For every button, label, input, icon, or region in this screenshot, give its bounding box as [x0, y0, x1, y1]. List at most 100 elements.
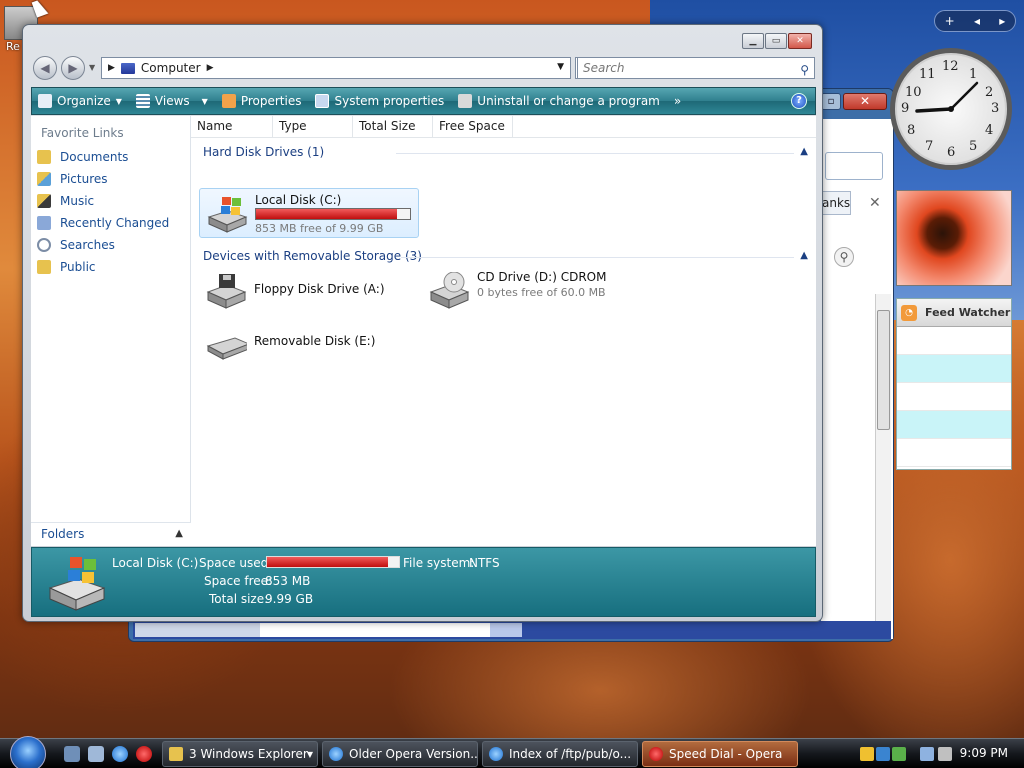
nav-item-label: Music [60, 194, 95, 208]
internet-explorer-icon[interactable] [112, 746, 128, 762]
background-partial-button[interactable]: anks [821, 191, 851, 215]
switch-windows-icon[interactable] [88, 746, 104, 762]
floppy-drive-icon [205, 272, 247, 310]
security-shield-icon[interactable] [860, 747, 874, 761]
feed-item[interactable] [897, 383, 1011, 411]
nav-item-label: Pictures [60, 172, 108, 186]
add-gadget-icon[interactable]: + [945, 14, 955, 28]
forward-button[interactable]: ▶ [61, 56, 85, 80]
breadcrumb-arrow-icon[interactable]: ▶ [207, 63, 214, 73]
drive-tile-d[interactable]: CD Drive (D:) CDROM 0 bytes free of 60.0… [422, 266, 642, 316]
capacity-bar [255, 208, 411, 220]
internet-explorer-icon [329, 747, 343, 761]
details-capacity-bar [266, 556, 400, 568]
views-label: Views [154, 94, 190, 108]
search-input[interactable]: Search ⚲ [577, 57, 815, 79]
drive-tile-e[interactable]: Removable Disk (E:) [199, 318, 419, 368]
dropdown-arrow-icon: ▼ [201, 96, 208, 106]
maximize-button[interactable]: ▭ [765, 33, 787, 49]
properties-button[interactable]: Properties [221, 94, 302, 108]
views-button[interactable]: Views ▼ [135, 94, 208, 108]
minimize-button[interactable]: ▁ [742, 33, 764, 49]
background-close-button[interactable]: ✕ [843, 93, 887, 110]
search-placeholder: Search [583, 61, 625, 75]
system-properties-button[interactable]: System properties [315, 94, 444, 108]
feed-item[interactable] [897, 439, 1011, 467]
group-removable-storage[interactable]: Devices with Removable Storage (3) ▲ [191, 246, 816, 268]
address-dropdown-icon[interactable]: ▼ [557, 62, 564, 72]
taskbar-button-ftp-index[interactable]: Index of /ftp/pub/o... [482, 741, 638, 767]
feed-watcher-gadget[interactable]: ◔ Feed Watcher [896, 298, 1012, 470]
public-folder-icon [37, 260, 51, 274]
cd-drive-icon [428, 271, 470, 310]
column-name[interactable]: Name [191, 116, 273, 137]
taskbar-button-older-opera[interactable]: Older Opera Version... [322, 741, 478, 767]
column-type[interactable]: Type [273, 116, 353, 137]
searches-magnifier-icon [37, 238, 51, 252]
breadcrumb-computer[interactable]: Computer [141, 61, 201, 75]
help-icon[interactable]: ? [791, 93, 807, 109]
file-system-label: File system: [403, 556, 475, 570]
group-hard-disk-drives[interactable]: Hard Disk Drives (1) ▲ [191, 142, 816, 164]
taskbar-button-explorer[interactable]: 3 Windows Explorer ▼ [162, 741, 318, 767]
feed-item[interactable] [897, 411, 1011, 439]
windows-defender-icon[interactable] [876, 747, 890, 761]
explorer-window[interactable]: ▁ ▭ ✕ ◀ ▶ ▼ ▶ Computer ▶ ▼ ⇆ Search ⚲ Or… [22, 24, 823, 622]
clock-gadget[interactable]: 12 1 2 3 4 5 6 7 8 9 10 11 [890, 48, 1012, 170]
start-orb-button[interactable] [10, 736, 46, 768]
background-search-icon[interactable]: ⚲ [834, 247, 854, 267]
close-button[interactable]: ✕ [788, 33, 812, 49]
back-button[interactable]: ◀ [33, 56, 57, 80]
properties-label: Properties [240, 94, 302, 108]
search-icon[interactable]: ⚲ [800, 60, 809, 80]
collapse-chevron-icon[interactable]: ▲ [800, 246, 808, 266]
nav-item-public[interactable]: Public [31, 256, 190, 278]
network-icon[interactable] [920, 747, 934, 761]
taskbar-button-speed-dial[interactable]: Speed Dial - Opera [642, 741, 798, 767]
previous-icon[interactable]: ◂ [974, 14, 980, 28]
show-desktop-icon[interactable] [64, 746, 80, 762]
column-free-space[interactable]: Free Space [433, 116, 513, 137]
background-maximize-button[interactable]: ▫ [821, 93, 841, 110]
address-bar[interactable]: ▶ Computer ▶ ▼ [101, 57, 571, 79]
nav-item-music[interactable]: Music [31, 190, 190, 212]
background-scrollbar[interactable] [875, 294, 891, 639]
feed-title: Feed Watcher [925, 306, 1011, 319]
details-pane: Local Disk (C:) Space used: File system:… [31, 547, 816, 617]
opera-icon[interactable] [136, 746, 152, 762]
collapse-chevron-icon[interactable]: ▲ [800, 142, 808, 162]
more-commands-chevron-icon[interactable]: » [674, 94, 681, 108]
feed-item[interactable] [897, 355, 1011, 383]
folders-toggle[interactable]: Folders ▲ [31, 522, 191, 546]
space-free-label: Space free: [204, 574, 273, 588]
status-segment [135, 623, 260, 637]
space-free-value: 853 MB [265, 574, 311, 588]
organize-button[interactable]: Organize ▼ [38, 94, 122, 108]
background-scroll-thumb[interactable] [877, 310, 890, 430]
next-icon[interactable]: ▸ [999, 14, 1005, 28]
internet-explorer-icon [489, 747, 503, 761]
recent-pages-dropdown-icon[interactable]: ▼ [89, 63, 95, 72]
drive-name: Removable Disk (E:) [254, 334, 376, 348]
drive-tile-c[interactable]: Local Disk (C:) 853 MB free of 9.99 GB [199, 188, 419, 238]
background-close-icon[interactable]: ✕ [869, 195, 881, 211]
background-search-field[interactable] [825, 152, 883, 180]
nav-item-pictures[interactable]: Pictures [31, 168, 190, 190]
drive-tile-a[interactable]: Floppy Disk Drive (A:) [199, 266, 419, 316]
nav-item-recently-changed[interactable]: Recently Changed [31, 212, 190, 234]
clock-number: 3 [991, 101, 1000, 116]
feed-item[interactable] [897, 327, 1011, 355]
sidebar-icon[interactable] [892, 747, 906, 761]
uninstall-program-button[interactable]: Uninstall or change a program [458, 94, 660, 108]
nav-item-searches[interactable]: Searches [31, 234, 190, 256]
views-icon [135, 94, 150, 108]
volume-muted-icon[interactable] [938, 747, 952, 761]
taskbar-clock[interactable]: 9:09 PM [960, 746, 1008, 760]
column-total-size[interactable]: Total Size [353, 116, 433, 137]
slideshow-gadget[interactable] [896, 190, 1012, 286]
music-folder-icon [37, 194, 51, 208]
breadcrumb-arrow-icon[interactable]: ▶ [108, 63, 115, 73]
sidebar-controls[interactable]: + ◂ ▸ [934, 10, 1016, 32]
properties-check-icon [221, 94, 236, 108]
nav-item-documents[interactable]: Documents [31, 146, 190, 168]
